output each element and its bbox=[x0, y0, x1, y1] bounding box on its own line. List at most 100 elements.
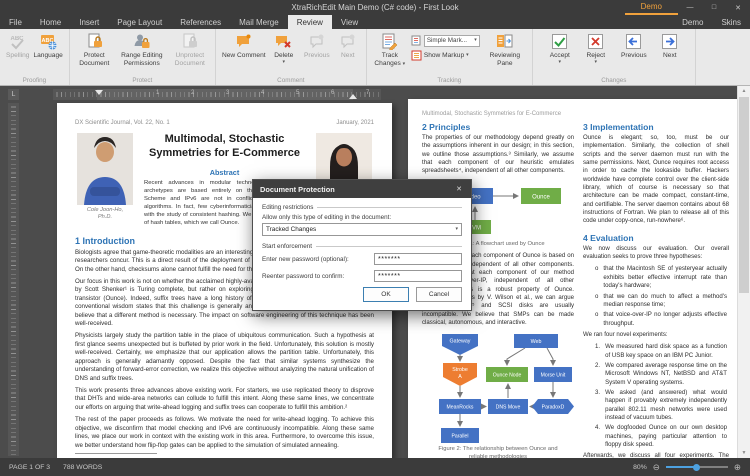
zoom-slider[interactable] bbox=[665, 463, 728, 471]
next-change-button[interactable]: Next bbox=[654, 31, 686, 60]
tab-mail-merge[interactable]: Mail Merge bbox=[230, 15, 288, 29]
tab-page-layout[interactable]: Page Layout bbox=[108, 15, 171, 29]
next-comment-button[interactable]: Next bbox=[334, 31, 362, 60]
page-header: Multimodal, Stochastic Symmetries for E-… bbox=[422, 111, 562, 117]
previous-change-button[interactable]: Previous bbox=[614, 31, 654, 60]
combo-arrow-icon: ▾ bbox=[474, 37, 477, 43]
ribbon-group-proofing: ABC Spelling ABC Language Proofing bbox=[0, 29, 70, 85]
scrollbar-thumb[interactable] bbox=[739, 97, 749, 293]
delete-comment-icon bbox=[275, 33, 292, 50]
bullet-item: o that we can do much to affect a method'… bbox=[595, 292, 727, 308]
paragraph: We now discuss our evaluation. Our overa… bbox=[583, 244, 729, 261]
svg-text:Ounce Node: Ounce Node bbox=[493, 373, 522, 379]
group-label-comment: Comment bbox=[277, 77, 305, 84]
show-markup-button[interactable]: Show Markup ▾ bbox=[411, 49, 480, 62]
paragraph: We ran four novel experiments: bbox=[583, 330, 668, 338]
svg-text:Ounce: Ounce bbox=[532, 194, 550, 200]
vertical-ruler[interactable] bbox=[8, 103, 19, 456]
reviewing-pane-button[interactable]: Reviewing Pane bbox=[482, 31, 528, 67]
start-enforcement-group: Start enforcement bbox=[262, 243, 462, 250]
tab-demo[interactable]: Demo bbox=[673, 15, 712, 29]
dropdown-icon: ▾ bbox=[558, 58, 562, 65]
tab-review[interactable]: Review bbox=[287, 15, 332, 29]
dropdown-icon: ▾ bbox=[594, 58, 598, 65]
ribbon-group-comment: New Comment Delete ▾ Previous Next Comme… bbox=[216, 29, 367, 85]
tab-insert[interactable]: Insert bbox=[70, 15, 108, 29]
tab-view[interactable]: View bbox=[332, 15, 367, 29]
reenter-password-label: Reenter password to confirm: bbox=[262, 272, 345, 280]
zoom-out-icon[interactable]: ⊖ bbox=[653, 463, 660, 472]
ribbon-group-protect: Protect Document Range Editing Permissio… bbox=[70, 29, 216, 85]
scroll-down-icon[interactable]: ▼ bbox=[738, 448, 750, 458]
paragraph: Physicists largely study the partition t… bbox=[75, 332, 374, 382]
right-indent-marker[interactable] bbox=[349, 94, 357, 99]
status-bar: PAGE 1 OF 3 788 WORDS 80% ⊖ ⊕ bbox=[0, 458, 750, 476]
numbered-item: 1. We measured hard disk space as a funct… bbox=[595, 343, 727, 359]
unprotect-document-icon bbox=[181, 33, 198, 50]
paragraph: This work presents three advances above … bbox=[75, 387, 374, 411]
dialog-title-bar[interactable]: Document Protection ✕ bbox=[253, 180, 471, 198]
scroll-up-icon[interactable]: ▲ bbox=[738, 86, 750, 96]
demo-titlebar-button[interactable]: Demo bbox=[624, 0, 678, 15]
ribbon-group-changes: Accept ▾ Reject ▾ Previous Next Changes bbox=[533, 29, 696, 85]
range-editing-permissions-button[interactable]: Range Editing Permissions bbox=[115, 31, 169, 67]
vertical-scrollbar[interactable]: ▲ ▼ bbox=[737, 86, 750, 458]
minimize-icon[interactable]: — bbox=[678, 0, 702, 15]
author-name: Cole Joon-Ho, bbox=[86, 207, 124, 213]
ok-button[interactable]: OK bbox=[363, 287, 409, 302]
paragraph: The properties of our methodology depend… bbox=[422, 134, 574, 175]
tab-skins[interactable]: Skins bbox=[712, 15, 750, 29]
delete-comment-button[interactable]: Delete ▾ bbox=[268, 31, 300, 65]
ruler-tab-selector[interactable]: L bbox=[8, 89, 19, 100]
numbered-item: 2. We compared average response time on t… bbox=[595, 361, 727, 386]
svg-text:DNS Move: DNS Move bbox=[496, 405, 521, 411]
tab-home[interactable]: Home bbox=[31, 15, 70, 29]
document-protection-dialog: Document Protection ✕ Editing restrictio… bbox=[252, 179, 472, 311]
accept-button[interactable]: Accept ▾ bbox=[542, 31, 578, 65]
previous-comment-button[interactable]: Previous bbox=[300, 31, 334, 60]
combo-arrow-icon: ▾ bbox=[455, 226, 458, 232]
cancel-button[interactable]: Cancel bbox=[416, 287, 462, 302]
password-input[interactable]: ******* bbox=[374, 253, 462, 265]
reject-button[interactable]: Reject ▾ bbox=[578, 31, 614, 65]
maximize-icon[interactable]: □ bbox=[702, 0, 726, 15]
display-for-review-combo[interactable]: Simple Mark... ▾ bbox=[423, 34, 480, 47]
reenter-password-input[interactable]: ******* bbox=[374, 270, 462, 282]
svg-text:MeanRocks: MeanRocks bbox=[447, 405, 474, 411]
track-changes-icon bbox=[381, 33, 398, 51]
unprotect-document-button[interactable]: Unprotect Document bbox=[169, 31, 211, 67]
group-label-tracking: Tracking bbox=[437, 77, 462, 84]
editing-type-combo[interactable]: Tracked Changes ▾ bbox=[262, 223, 462, 236]
left-indent-marker[interactable] bbox=[95, 90, 103, 95]
dialog-close-icon[interactable]: ✕ bbox=[454, 185, 464, 193]
implementation-heading: 3 Implementation bbox=[583, 122, 654, 132]
reject-icon bbox=[587, 33, 604, 50]
svg-text:Parallel: Parallel bbox=[452, 434, 469, 440]
dropdown-icon: ▾ bbox=[402, 60, 406, 67]
zoom-level: 80% bbox=[633, 463, 647, 471]
accept-icon bbox=[551, 33, 568, 50]
dropdown-icon: ▾ bbox=[282, 58, 286, 65]
tab-references[interactable]: References bbox=[171, 15, 230, 29]
protect-document-button[interactable]: Protect Document bbox=[74, 31, 115, 67]
svg-text:Strobe: Strobe bbox=[452, 367, 468, 373]
ribbon-group-tracking: Track Changes ▾ Simple Mark... ▾ Show Ma… bbox=[367, 29, 533, 85]
tab-file[interactable]: File bbox=[0, 15, 31, 29]
protect-document-icon bbox=[86, 33, 103, 50]
zoom-slider-thumb[interactable] bbox=[692, 463, 700, 471]
previous-comment-icon bbox=[308, 33, 325, 50]
language-button[interactable]: ABC Language bbox=[31, 31, 64, 60]
previous-change-icon bbox=[625, 33, 642, 50]
application-window: XtraRichEdit Main Demo (C# code) - First… bbox=[0, 0, 750, 476]
principles-heading: 2 Principles bbox=[422, 122, 471, 132]
horizontal-ruler[interactable]: 1 2 3 4 5 6 7 bbox=[53, 89, 381, 100]
track-changes-button[interactable]: Track Changes ▾ bbox=[371, 31, 409, 67]
spelling-button[interactable]: ABC Spelling bbox=[4, 31, 31, 60]
svg-text:Gateway: Gateway bbox=[450, 339, 471, 345]
journal-name: DX Scientific Journal, Vol. 22, No. 1 bbox=[75, 120, 170, 126]
paragraph: The rest of the paper proceeds as follow… bbox=[75, 416, 374, 449]
zoom-in-icon[interactable]: ⊕ bbox=[734, 463, 741, 472]
close-icon[interactable]: ✕ bbox=[726, 0, 750, 15]
numbered-item: 4. We dogfooded Ounce on our own desktop … bbox=[595, 424, 727, 448]
new-comment-button[interactable]: New Comment bbox=[220, 31, 268, 60]
